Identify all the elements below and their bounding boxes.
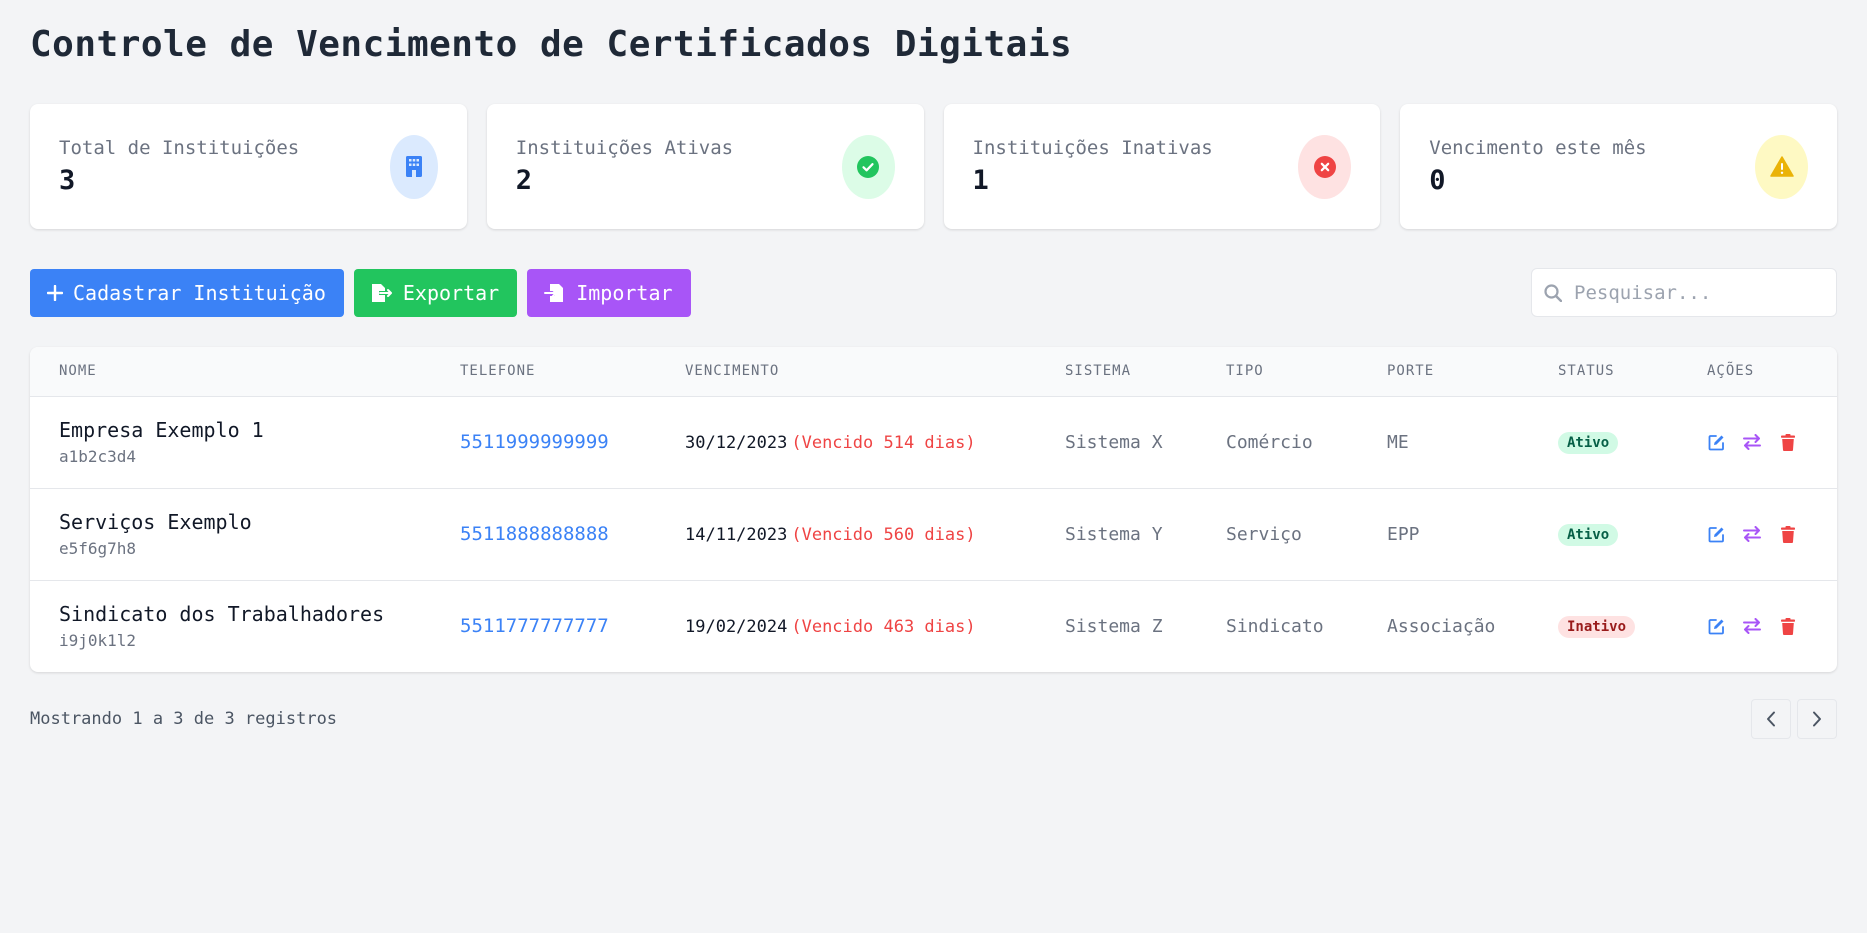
institution-name: Sindicato dos Trabalhadores: [59, 602, 385, 627]
size-cell: ME: [1387, 396, 1558, 489]
stat-label: Instituições Ativas: [515, 137, 734, 159]
status-badge: Inativo: [1558, 615, 1636, 638]
column-header-phone[interactable]: TELEFONE: [460, 347, 685, 397]
edit-icon[interactable]: [1707, 525, 1725, 543]
due-date: 14/11/2023: [685, 524, 788, 545]
add-institution-label: Cadastrar Instituição: [73, 280, 326, 305]
system-cell: Sistema Z: [1065, 615, 1163, 637]
phone-link[interactable]: 5511999999999: [460, 431, 609, 453]
table-footer: Mostrando 1 a 3 de 3 registros: [30, 699, 1837, 739]
overdue-text: (Vencido 560 dias): [791, 524, 976, 545]
warning-icon: [1755, 134, 1808, 199]
institution-code: e5f6g7h8: [59, 539, 137, 558]
type-cell: Comércio: [1226, 396, 1387, 489]
column-header-actions: AÇÕES: [1707, 347, 1837, 397]
import-button[interactable]: Importar: [527, 268, 691, 317]
institution-name: Empresa Exemplo 1: [59, 418, 264, 442]
stat-value: 2: [515, 165, 533, 196]
chevron-left-icon: [1767, 711, 1775, 727]
due-date: 30/12/2023: [685, 432, 788, 453]
page-title: Controle de Vencimento de Certificados D…: [30, 24, 1073, 65]
status-badge: Ativo: [1558, 523, 1619, 546]
check-circle-icon: [841, 134, 895, 199]
trash-icon[interactable]: [1779, 525, 1797, 543]
stat-label: Total de Instituições: [59, 137, 300, 159]
overdue-text: (Vencido 514 dias): [791, 432, 976, 453]
transfer-icon[interactable]: [1743, 617, 1761, 635]
stat-value: 1: [972, 165, 989, 196]
transfer-icon[interactable]: [1743, 433, 1761, 451]
import-label: Importar: [576, 280, 673, 305]
stat-card-total: Total de Instituições 3: [30, 104, 467, 229]
phone-link[interactable]: 5511888888888: [460, 523, 609, 545]
transfer-icon[interactable]: [1743, 525, 1761, 543]
stat-card-inactive: Instituições Inativas 1: [943, 104, 1381, 229]
stat-card-expiring: Vencimento este mês 0: [1400, 104, 1837, 229]
toolbar: Cadastrar Instituição Exportar Importar: [30, 268, 1837, 317]
due-date: 19/02/2024: [685, 616, 788, 637]
prev-page-button[interactable]: [1751, 699, 1791, 739]
search-box[interactable]: [1531, 268, 1837, 317]
table-row: Sindicato dos Trabalhadores i9j0k1l2 551…: [30, 580, 1837, 672]
add-institution-button[interactable]: Cadastrar Instituição: [30, 268, 344, 317]
type-cell: Sindicato: [1226, 615, 1324, 637]
column-header-size[interactable]: PORTE: [1387, 347, 1558, 397]
next-page-button[interactable]: [1797, 699, 1837, 739]
column-header-system[interactable]: SISTEMA: [1065, 347, 1226, 397]
plus-icon: [47, 284, 63, 301]
status-badge: Ativo: [1558, 431, 1619, 454]
column-header-status[interactable]: STATUS: [1558, 347, 1707, 397]
trash-icon[interactable]: [1779, 617, 1797, 635]
column-header-due-date[interactable]: VENCIMENTO: [685, 347, 1065, 397]
system-cell: Sistema X: [1065, 396, 1226, 489]
table-header-row: NOME TELEFONE VENCIMENTO SISTEMA TIPO PO…: [30, 347, 1837, 397]
stat-label: Instituições Inativas: [972, 137, 1213, 159]
records-info: Mostrando 1 a 3 de 3 registros: [30, 709, 338, 729]
export-button[interactable]: Exportar: [353, 268, 518, 317]
table-row: Serviços Exemplo e5f6g7h8 5511888888888 …: [30, 488, 1837, 581]
size-cell: Associação: [1387, 615, 1496, 637]
stat-value: 3: [59, 165, 76, 196]
file-export-icon: [371, 283, 392, 302]
file-import-icon: [544, 283, 564, 302]
type-cell: Serviço: [1226, 488, 1387, 581]
stats-cards: Total de Instituições 3 Instituições Ati…: [30, 104, 1837, 229]
search-icon: [1544, 283, 1562, 302]
edit-icon[interactable]: [1707, 617, 1725, 635]
institution-code: a1b2c3d4: [59, 447, 137, 466]
column-header-name[interactable]: NOME: [30, 347, 460, 397]
size-cell: EPP: [1387, 488, 1558, 581]
stat-label: Vencimento este mês: [1429, 137, 1647, 159]
edit-icon[interactable]: [1707, 433, 1725, 451]
column-header-type[interactable]: TIPO: [1226, 347, 1387, 397]
institution-code: i9j0k1l2: [59, 631, 137, 651]
trash-icon[interactable]: [1779, 433, 1797, 451]
system-cell: Sistema Y: [1065, 488, 1226, 581]
institution-name: Serviços Exemplo: [59, 510, 252, 534]
stat-card-active: Instituições Ativas 2: [486, 104, 924, 229]
building-icon: [389, 134, 438, 199]
search-input[interactable]: [1574, 281, 1814, 304]
overdue-text: (Vencido 463 dias): [791, 616, 976, 637]
x-circle-icon: [1298, 134, 1352, 199]
export-label: Exportar: [402, 280, 500, 305]
table-row: Empresa Exemplo 1 a1b2c3d4 5511999999999…: [30, 396, 1837, 489]
stat-value: 0: [1429, 165, 1446, 196]
chevron-right-icon: [1813, 711, 1821, 727]
phone-link[interactable]: 5511777777777: [460, 615, 609, 637]
pagination: [1751, 699, 1837, 739]
institutions-table: NOME TELEFONE VENCIMENTO SISTEMA TIPO PO…: [30, 347, 1837, 672]
